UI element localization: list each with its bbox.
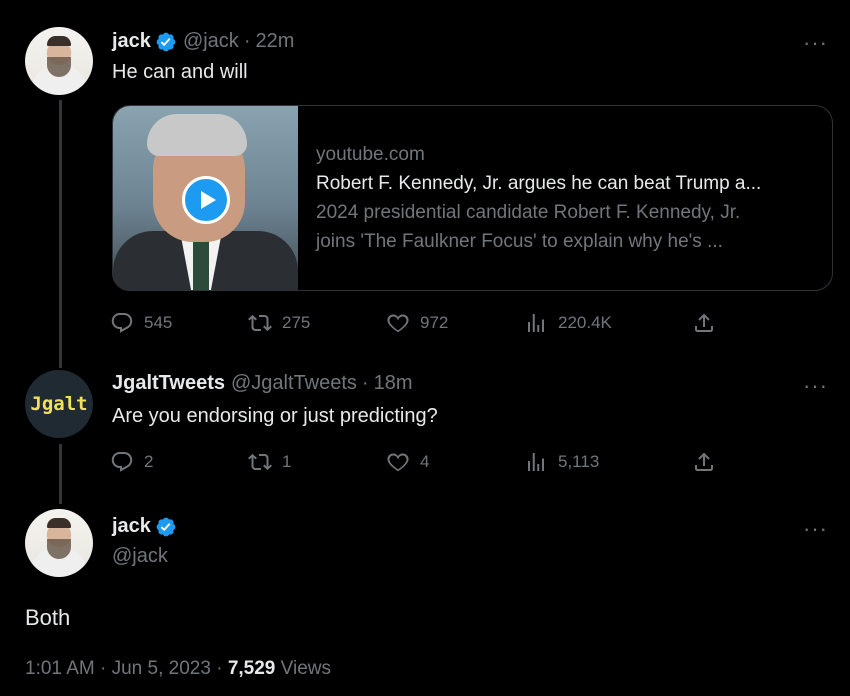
share-icon xyxy=(695,452,713,471)
tweet-text: Are you endorsing or just predicting? xyxy=(112,405,438,427)
avatar[interactable] xyxy=(25,27,93,95)
card-description: joins 'The Faulkner Focus' to explain wh… xyxy=(316,231,723,252)
views-label: Views xyxy=(280,658,331,679)
thread-line xyxy=(59,100,62,368)
link-card[interactable]: youtube.com Robert F. Kennedy, Jr. argue… xyxy=(112,105,833,291)
separator-dot: · xyxy=(243,30,251,52)
avatar-text: Jgalt xyxy=(30,393,88,415)
more-icon[interactable]: ··· xyxy=(803,32,828,54)
reply-icon xyxy=(111,313,133,333)
tweet-meta: 1:01 AM · Jun 5, 2023 · 7,529 Views xyxy=(25,658,331,680)
card-domain: youtube.com xyxy=(316,144,425,165)
views-icon xyxy=(528,314,544,332)
tweet-time[interactable]: 18m xyxy=(374,372,413,395)
tweet-header: JgaltTweets @JgaltTweets · 18m xyxy=(112,372,413,395)
separator-dot: · xyxy=(361,372,369,394)
tweet-date[interactable]: Jun 5, 2023 xyxy=(112,658,211,679)
tweet-text: Both xyxy=(25,605,71,630)
views-icon xyxy=(528,453,544,471)
reply-icon xyxy=(111,452,133,472)
views-count: 7,529 xyxy=(227,658,276,679)
author-handle[interactable]: @JgaltTweets xyxy=(231,372,357,395)
video-thumbnail[interactable] xyxy=(113,106,298,290)
avatar[interactable]: Jgalt xyxy=(25,370,93,438)
reply-count: 545 xyxy=(144,313,173,332)
retweet-button[interactable]: 1 xyxy=(248,450,291,474)
author-handle[interactable]: @jack xyxy=(112,545,168,568)
retweet-icon xyxy=(248,453,272,471)
handle-row: @jack xyxy=(112,545,168,568)
reply-button[interactable]: 2 xyxy=(110,450,153,474)
card-title: Robert F. Kennedy, Jr. argues he can bea… xyxy=(316,173,762,194)
more-icon[interactable]: ··· xyxy=(803,375,828,397)
separator-dot: · xyxy=(216,658,228,679)
play-icon[interactable] xyxy=(182,176,230,224)
retweet-button[interactable]: 275 xyxy=(248,311,310,335)
tweet-text: He can and will xyxy=(112,61,248,83)
verified-badge-icon xyxy=(156,517,176,536)
author-name[interactable]: jack xyxy=(112,515,151,538)
retweet-icon xyxy=(248,314,272,332)
share-button[interactable] xyxy=(692,450,726,474)
more-icon[interactable]: ··· xyxy=(803,518,828,540)
reply-count: 2 xyxy=(144,452,154,471)
tweet-header: jack @jack · 22m xyxy=(112,30,294,53)
like-count: 972 xyxy=(420,313,449,332)
tweet-actions: 2 1 4 5,113 xyxy=(110,450,730,478)
retweet-count: 275 xyxy=(282,313,311,332)
card-body: youtube.com Robert F. Kennedy, Jr. argue… xyxy=(298,106,761,290)
author-name[interactable]: jack xyxy=(112,30,151,53)
tweet-actions: 545 275 972 220.4K xyxy=(110,311,730,339)
like-icon xyxy=(387,453,409,472)
views-count: 5,113 xyxy=(558,452,600,471)
reply-button[interactable]: 545 xyxy=(110,311,172,335)
tweet-time[interactable]: 1:01 AM xyxy=(25,658,95,679)
views-button[interactable]: 5,113 xyxy=(524,450,599,474)
share-icon xyxy=(695,313,713,332)
separator-dot: · xyxy=(100,658,112,679)
views-count: 220.4K xyxy=(558,313,612,332)
card-description: 2024 presidential candidate Robert F. Ke… xyxy=(316,202,741,223)
like-count: 4 xyxy=(420,452,430,471)
retweet-count: 1 xyxy=(282,452,292,471)
views-button[interactable]: 220.4K xyxy=(524,311,612,335)
thread-line xyxy=(59,444,62,504)
author-handle[interactable]: @jack xyxy=(183,30,239,53)
verified-badge-icon xyxy=(156,32,176,51)
like-button[interactable]: 4 xyxy=(386,450,429,474)
avatar[interactable] xyxy=(25,509,93,577)
like-button[interactable]: 972 xyxy=(386,311,448,335)
tweet-header: jack xyxy=(112,515,183,538)
tweet-time[interactable]: 22m xyxy=(255,30,294,53)
author-name[interactable]: JgaltTweets xyxy=(112,372,225,395)
like-icon xyxy=(387,314,409,333)
share-button[interactable] xyxy=(692,311,726,335)
